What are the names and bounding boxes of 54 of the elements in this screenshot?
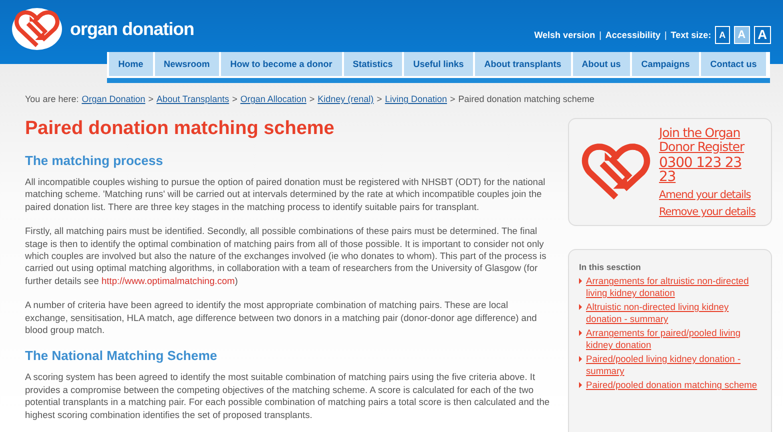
- section-heading: The matching process: [25, 153, 164, 168]
- nav-tab[interactable]: Contact us: [701, 52, 766, 76]
- paragraph: A number of criteria have been agreed to identify the most appropriate combination of matching pairs. These are local exchange, sensitisation, HLA match, age difference between two donors in a matching pair (donor-donor age difference) and blood group match.: [25, 299, 538, 336]
- section-link[interactable]: Altruistic non-directed living kidney donation - summary: [586, 301, 761, 325]
- heart-logo-icon: [14, 9, 60, 49]
- details-link[interactable]: Remove your details: [659, 206, 757, 218]
- nav-tab[interactable]: About transplants: [475, 52, 571, 76]
- bullet-icon: [579, 356, 582, 362]
- paragraph: A scoring system has been agreed to identify the most suitable combination of matching pairs using the five criteria above. It provides a compromise between the competing objectives of the matching scheme. A score is calculated for each of the two potential transplants in a matching pair. For each possible combination of matching pairs a total score is then calculated and the highest scoring combination identifies the set of proposed transplants.: [25, 371, 550, 422]
- section-link[interactable]: Arrangements for paired/pooled living kidney donation: [586, 327, 761, 351]
- nav-tab[interactable]: Useful links: [404, 52, 474, 76]
- section-link[interactable]: Arrangements for altruistic non-directed living kidney donation: [586, 275, 761, 299]
- page-title: Paired donation matching scheme: [25, 118, 336, 140]
- breadcrumb-current: Paired donation matching scheme: [458, 94, 594, 104]
- details-link[interactable]: Amend your details: [659, 189, 757, 201]
- site-name: organ donation: [70, 18, 194, 40]
- nav-tab[interactable]: Campaigns: [632, 52, 699, 76]
- bullet-icon: [579, 278, 582, 284]
- section-heading: In this sesction: [579, 262, 642, 272]
- paragraph: All incompatible couples wishing to pursue the option of paired donation must be registered with NHSBT (ODT) for the national matching scheme. 'Matching runs' will be carried out at intervals determined by the rate at which incompatible couples join the paired donation list. There are three key stages in the matching process to identify suitable pairs for transplant.: [25, 176, 546, 214]
- breadcrumb-link[interactable]: About Transplants: [156, 94, 230, 104]
- breadcrumb-label: You are here:: [25, 94, 79, 104]
- nav-tab[interactable]: How to become a donor: [221, 52, 342, 76]
- section-heading: The National Matching Scheme: [25, 348, 218, 364]
- breadcrumb-separator: >: [450, 94, 456, 104]
- heart-arrows-icon: [581, 142, 651, 202]
- breadcrumb-separator: >: [232, 94, 238, 104]
- top-link[interactable]: Accessibility: [605, 30, 660, 40]
- section-link[interactable]: Paired/pooled donation matching scheme: [586, 379, 758, 391]
- separator: |: [664, 30, 667, 40]
- bullet-icon: [579, 382, 582, 388]
- breadcrumb-separator: >: [309, 94, 315, 104]
- section-link[interactable]: Paired/pooled living kidney donation - summary: [586, 353, 761, 377]
- breadcrumb-link[interactable]: Organ Donation: [82, 94, 146, 104]
- nav-tab[interactable]: Statistics: [344, 52, 402, 76]
- breadcrumb-separator: >: [148, 94, 154, 104]
- text-size-button[interactable]: A: [754, 26, 771, 44]
- bullet-icon: [579, 330, 582, 336]
- breadcrumb-link[interactable]: Organ Allocation: [240, 94, 306, 104]
- nav-tab[interactable]: Home: [109, 52, 152, 76]
- paragraph: Firstly, all matching pairs must be identified. Secondly, all possible combinations of these pairs must be determined. The final stage is then to identify the optimal combination of matching pairs from all of those possible. It is important to consider not only which couples are involved but also the nature of the exchanges involved (ie who donates to whom). This part of the process is carried out using optimal matching algorithms, in collaboration with a team of researchers from the University of Glasgow (for further details see http://www.optimalmatching.com): [25, 225, 548, 288]
- web-link[interactable]: http://www.optimalmatching.com: [101, 276, 235, 286]
- phone-number: 0300 123 23 23: [659, 156, 742, 184]
- text-size-button[interactable]: A: [715, 26, 730, 44]
- separator: |: [599, 30, 602, 40]
- register-link[interactable]: Join the Organ Donor Register: [659, 126, 757, 154]
- bullet-icon: [579, 304, 582, 310]
- text-size-label: Text size:: [670, 30, 712, 40]
- breadcrumb-separator: >: [376, 94, 382, 104]
- nav-tab[interactable]: Newsroom: [154, 52, 219, 76]
- breadcrumb-link[interactable]: Living Donation: [384, 94, 447, 104]
- nav-tab[interactable]: About us: [572, 52, 630, 76]
- top-link[interactable]: Welsh version: [534, 30, 596, 40]
- breadcrumb-link[interactable]: Kidney (renal): [318, 94, 374, 104]
